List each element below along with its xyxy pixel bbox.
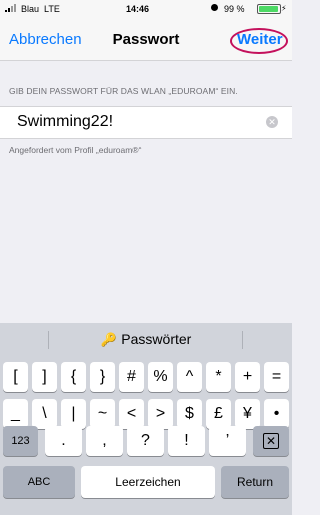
network-type: LTE [44,4,60,14]
key[interactable]: } [90,362,115,392]
key[interactable]: < [119,399,144,429]
key[interactable]: ? [127,426,164,456]
key[interactable]: = [264,362,289,392]
backspace-key[interactable]: ✕ [253,426,289,456]
key[interactable]: + [235,362,260,392]
battery-icon [257,4,281,14]
key[interactable]: ^ [177,362,202,392]
status-bar: Blau LTE 14:46 99 % ⚡ [0,0,292,20]
password-input[interactable]: Swimming22! [17,113,113,131]
key-123[interactable]: 123 [3,426,38,456]
key[interactable]: ~ [90,399,115,429]
key[interactable]: _ [3,399,28,429]
key[interactable]: # [119,362,144,392]
key[interactable]: [ [3,362,28,392]
clear-icon[interactable]: ✕ [266,116,278,128]
battery-percent: 99 % [224,4,245,14]
key[interactable]: . [45,426,82,456]
next-button[interactable]: Weiter [237,20,283,60]
key-icon: 🔑 [100,332,117,347]
alarm-icon [211,4,218,11]
keyboard: 🔑 Passwörter []{} #% ^ * + = _ \ | ~ < > $ £ ¥ • 123 .… [0,323,292,515]
key[interactable]: ¥ [235,399,260,429]
key[interactable]: { [61,362,86,392]
key[interactable]: ! [168,426,205,456]
password-field-row[interactable]: Swimming22! ✕ [0,106,292,139]
key[interactable]: % [148,362,173,392]
passwords-suggestion-label: Passwörter [121,331,192,347]
predictive-bar: 🔑 Passwörter [0,323,292,358]
key[interactable]: ’ [209,426,246,456]
charging-icon: ⚡ [281,4,287,13]
key[interactable]: ] [32,362,57,392]
backspace-icon: ✕ [262,433,280,449]
section-header: GIB DEIN PASSWORT FÜR DAS WLAN „EDUROAM“… [9,86,238,96]
clock: 14:46 [126,4,150,14]
space-key[interactable]: Leerzeichen [81,466,215,498]
key[interactable]: , [86,426,123,456]
carrier-name: Blau [21,4,40,14]
passwords-suggestion[interactable]: 🔑 Passwörter [0,331,292,349]
abc-key[interactable]: ABC [3,466,75,498]
signal-strength-icon [5,4,19,12]
nav-bar: Abbrechen Passwort Weiter [0,20,292,61]
key[interactable]: > [148,399,173,429]
key[interactable]: £ [206,399,231,429]
key[interactable]: \ [32,399,57,429]
key[interactable]: $ [177,399,202,429]
key[interactable]: • [264,399,289,429]
profile-note: Angefordert vom Profil „eduroam®“ [9,145,142,155]
key[interactable]: * [206,362,231,392]
key[interactable]: | [61,399,86,429]
return-key[interactable]: Return [221,466,289,498]
